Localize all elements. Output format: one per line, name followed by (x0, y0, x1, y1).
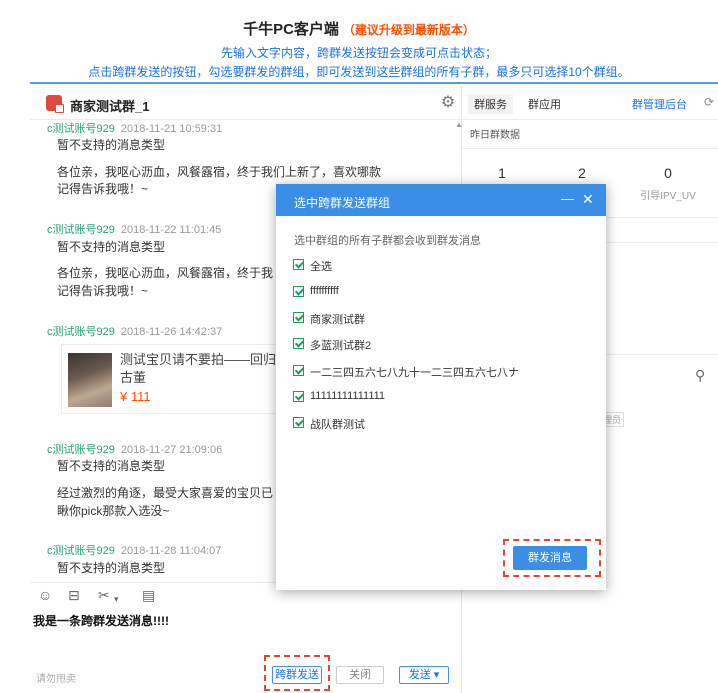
option-label: 全选 (310, 261, 332, 273)
product-name-line: 古董 (120, 370, 147, 385)
checkbox-checked[interactable] (293, 391, 304, 402)
stat-value: 1 (498, 165, 506, 181)
message-time: 2018-11-26 14:42:37 (120, 326, 223, 338)
highlight-cross-send (264, 655, 330, 691)
minimize-icon[interactable]: — (561, 191, 574, 206)
search-icon[interactable]: ⚲ (695, 367, 705, 384)
stat-label: 引导IPV_UV (640, 191, 696, 202)
option-label: 多蓝测试群2 (310, 340, 372, 352)
message-text: 暂不支持的消息类型 (57, 138, 166, 152)
message-time: 2018-11-22 11:01:45 (120, 224, 222, 236)
close-button[interactable]: 关闭 (336, 666, 384, 684)
tab-group-service[interactable]: 群服务 (468, 94, 513, 114)
message-sender: c测试账号929 2018-11-26 14:42:37 (47, 323, 222, 339)
product-card[interactable]: 测试宝贝请不要拍——回归 古董 ¥ 111 (61, 344, 301, 414)
upgrade-note: （建议升级到最新版本） (342, 23, 475, 37)
product-image[interactable] (68, 353, 112, 407)
screenshot-icon[interactable]: ⊟ (68, 587, 80, 603)
close-icon[interactable]: ✕ (582, 191, 594, 208)
sender-name[interactable]: c测试账号929 (47, 444, 115, 456)
dialog-header: 选中跨群发送群组 — ✕ (276, 184, 606, 216)
message-text: 各位亲，我呕心沥血，风餐露宿，终于我们上新了，喜欢哪款 (57, 165, 382, 179)
message-text: 记得告诉我哦！~ (57, 182, 149, 196)
message-time: 2018-11-21 10:59:31 (120, 123, 223, 135)
chat-header: 商家测试群_1 ⚙ (30, 86, 462, 120)
cross-send-dialog: 选中跨群发送群组 — ✕ 选中群组的所有子群都会收到群发消息 全选 ffffff… (276, 184, 606, 590)
message-sender: c测试账号929 2018-11-28 11:04:07 (47, 542, 221, 558)
checkbox-checked[interactable] (293, 259, 304, 270)
message-sender: c测试账号929 2018-11-21 10:59:31 (47, 120, 222, 136)
product-price: ¥ 111 (120, 389, 151, 404)
option-label: 11111111111111 (310, 390, 386, 402)
sender-name[interactable]: c测试账号929 (47, 545, 115, 557)
instruction-line-1: 先输入文字内容，跨群发送按钮会变成可点击状态； (220, 46, 497, 60)
chat-footer: 请勿甩卖 跨群发送 关闭 发送 ▾ (30, 662, 462, 693)
checkbox-checked[interactable] (293, 286, 304, 297)
sender-name[interactable]: c测试账号929 (47, 326, 115, 338)
group-admin-link[interactable]: 群管理后台 (632, 96, 687, 112)
gear-icon[interactable]: ⚙ (440, 95, 456, 111)
message-text: 记得告诉我哦！~ (57, 284, 149, 298)
product-name-line: 测试宝贝请不要拍——回归 (120, 352, 277, 367)
highlight-group-send (503, 539, 601, 577)
app-title: 千牛PC客户端 (243, 21, 339, 38)
message-text: 经过激烈的角逐，最受大家喜爱的宝贝已 (57, 486, 274, 500)
message-text: 瞅你pick那款入选没~ (57, 504, 170, 518)
tab-group-apps[interactable]: 群应用 (528, 96, 561, 112)
dialog-subtitle: 选中群组的所有子群都会收到群发消息 (294, 235, 481, 247)
sender-name[interactable]: c测试账号929 (47, 123, 115, 135)
scissors-icon[interactable]: ✂ (98, 587, 110, 603)
checkbox-checked[interactable] (293, 338, 304, 349)
chevron-down-icon[interactable]: ▾ (114, 591, 119, 607)
checkbox-checked[interactable] (293, 417, 304, 428)
message-sender: c测试账号929 2018-11-22 11:01:45 (47, 221, 221, 237)
dialog-title: 选中跨群发送群组 (294, 196, 391, 210)
option-label: ffffffffff (310, 285, 339, 297)
stat-value: 0 (664, 165, 672, 181)
history-icon[interactable]: ▤ (142, 587, 155, 603)
checkbox-checked[interactable] (293, 312, 304, 323)
scroll-up-arrow-icon[interactable]: ▲ (455, 120, 462, 129)
checkbox-checked[interactable] (293, 365, 304, 376)
option-label: 战队群测试 (310, 419, 365, 431)
message-text: 暂不支持的消息类型 (57, 561, 166, 575)
message-time: 2018-11-28 11:04:07 (120, 545, 222, 557)
group-avatar-icon (46, 95, 64, 113)
smile-icon[interactable]: ☺ (38, 587, 52, 603)
instruction-line-2: 点击跨群发送的按钮，勾选要群发的群组，即可发送到这些群组的所有子群，最多只可选择… (88, 65, 630, 79)
message-input[interactable]: 我是一条跨群发送消息!!!! (33, 612, 169, 629)
sender-name[interactable]: c测试账号929 (47, 224, 115, 236)
message-text: 各位亲，我呕心沥血，风餐露宿，终于我 (57, 266, 274, 280)
message-sender: c测试账号929 2018-11-27 21:09:06 (47, 441, 222, 457)
message-text: 暂不支持的消息类型 (57, 459, 166, 473)
chat-title: 商家测试群_1 (70, 99, 150, 114)
message-time: 2018-11-27 21:09:06 (120, 444, 223, 456)
option-label: 一二三四五六七八九十一二三四五六七八ナ (310, 367, 519, 379)
yesterday-stats-title: 昨日群数据 (470, 130, 520, 141)
option-label: 商家测试群 (310, 314, 365, 326)
divider (30, 82, 718, 84)
product-name[interactable]: 测试宝贝请不要拍——回归 古董 (120, 351, 300, 387)
stat-value: 2 (578, 165, 586, 181)
side-tabs: 群服务 群应用 群管理后台 ⟳ (462, 86, 718, 120)
refresh-icon[interactable]: ⟳ (704, 95, 714, 109)
input-hint: 请勿甩卖 (36, 674, 76, 685)
send-button[interactable]: 发送 ▾ (399, 666, 449, 684)
instruction-title: 千牛PC客户端 （建议升级到最新版本） (0, 18, 718, 39)
message-text: 暂不支持的消息类型 (57, 240, 166, 254)
